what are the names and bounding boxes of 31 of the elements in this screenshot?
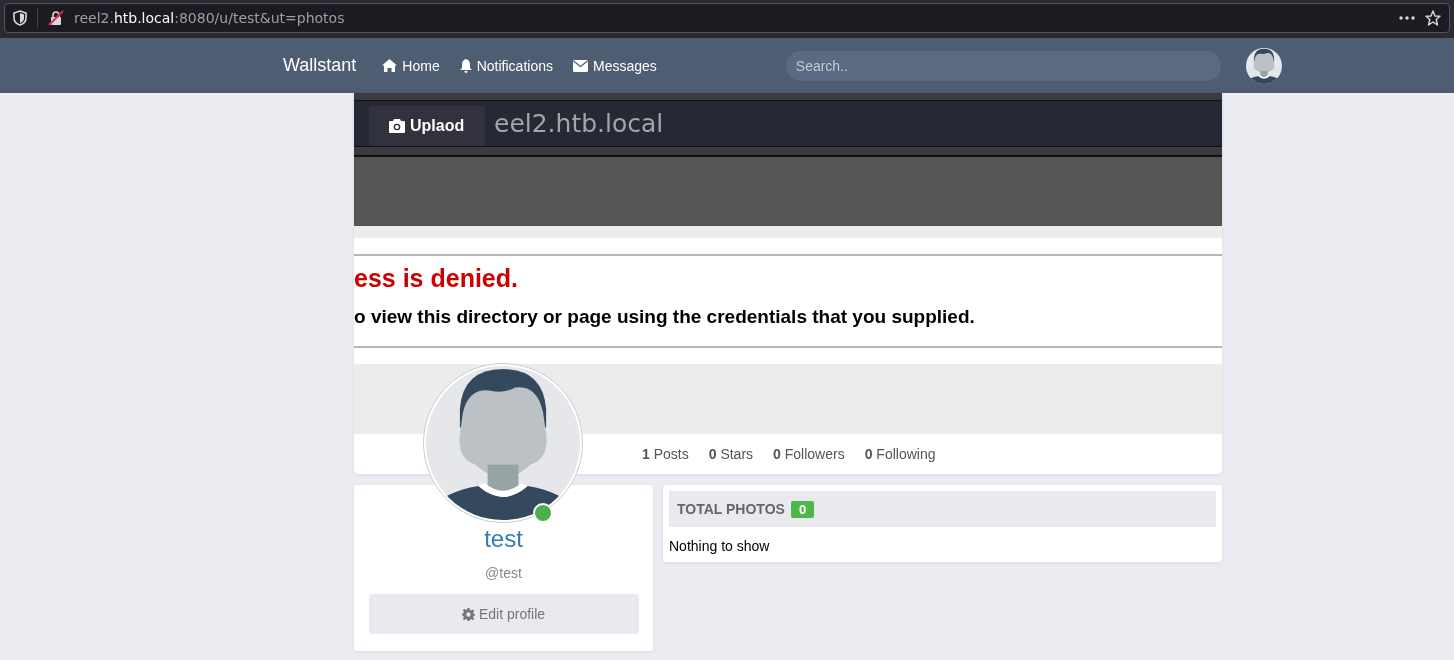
user-avatar-icon[interactable] — [1245, 47, 1282, 84]
star-icon[interactable] — [1425, 10, 1441, 26]
envelope-icon — [573, 59, 588, 72]
stat-link[interactable]: 0 Following — [864, 446, 936, 462]
url-bar[interactable]: reel2.htb.local:8080/u/test&ut=photos — [4, 3, 1450, 33]
empty-message: Nothing to show — [669, 538, 771, 554]
profile-name[interactable]: test — [484, 525, 523, 553]
hostname-text: eel2.htb.local — [494, 109, 664, 138]
url-text[interactable]: reel2.htb.local:8080/u/test&ut=photos — [74, 10, 345, 26]
count-badge: 0 — [790, 500, 815, 518]
nav-link[interactable]: Messages — [573, 57, 657, 74]
shield-icon[interactable] — [13, 10, 27, 26]
camera-icon — [389, 119, 405, 133]
edit-profile-button[interactable]: Edit profile — [368, 594, 639, 634]
error-heading: ess is denied. — [354, 264, 519, 294]
nav-link[interactable]: Home — [382, 57, 440, 74]
panel-title: TOTAL PHOTOS — [677, 501, 785, 517]
search-field[interactable]: Search.. — [785, 50, 1221, 81]
home-icon — [382, 59, 398, 72]
gear-icon — [461, 607, 475, 621]
bell-icon — [459, 58, 472, 73]
stat-link[interactable]: 0 Stars — [708, 446, 754, 462]
profile-handle: @test — [485, 565, 522, 581]
more-icon[interactable] — [1399, 16, 1415, 20]
error-message: o view this directory or page using the credentials that you supplied. — [354, 306, 976, 329]
insecure-lock-icon[interactable] — [48, 10, 64, 26]
nav-link[interactable]: Notifications — [459, 57, 553, 74]
upload-button[interactable]: Uplaod — [369, 106, 485, 146]
stat-link[interactable]: 0 Followers — [773, 446, 845, 462]
brand-name[interactable]: Wallstant — [283, 55, 357, 76]
stat-link[interactable]: 1 Posts — [642, 446, 689, 462]
